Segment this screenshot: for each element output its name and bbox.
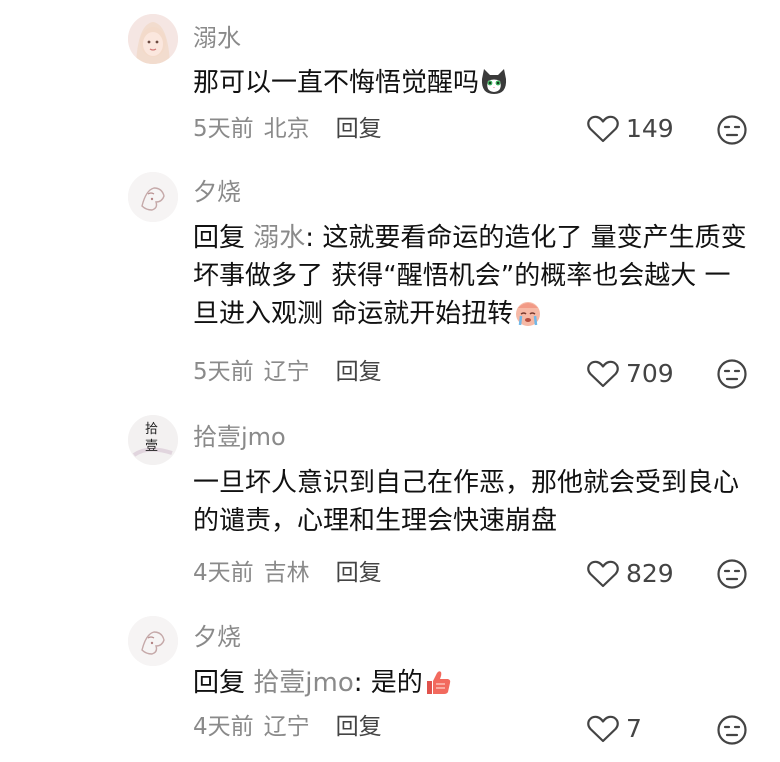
heart-icon <box>587 560 619 588</box>
comment-text-content: 那可以一直不悔悟觉醒吗 <box>193 68 480 98</box>
reply-button[interactable]: 回复 <box>336 560 382 586</box>
avatar-photo-icon <box>128 14 178 64</box>
comment-time: 5天前 <box>193 359 254 385</box>
reply-button[interactable]: 回复 <box>336 714 382 740</box>
like-button[interactable]: 709 <box>586 359 674 389</box>
like-button[interactable]: 149 <box>586 114 674 144</box>
like-button[interactable]: 7 <box>586 714 642 744</box>
like-count: 7 <box>626 714 642 743</box>
heart-icon <box>587 715 619 743</box>
avatar[interactable] <box>128 616 178 666</box>
dislike-button[interactable] <box>716 358 748 394</box>
like-button[interactable]: 829 <box>586 559 674 589</box>
neutral-face-icon <box>717 115 747 145</box>
comment-time: 4天前 <box>193 714 254 740</box>
cat-emoji <box>479 67 509 108</box>
comment-text: 一旦坏人意识到自己在作恶，那他就会受到良心的谴责，心理和生理会快速崩盘 <box>193 464 753 540</box>
neutral-face-icon <box>717 359 747 389</box>
dislike-button[interactable] <box>716 558 748 594</box>
username[interactable]: 夕烧 <box>193 176 241 208</box>
comment-text: 那可以一直不悔悟觉醒吗 <box>193 64 753 108</box>
avatar[interactable] <box>128 172 178 222</box>
comment-meta: 4天前 辽宁 回复 <box>193 712 382 742</box>
neutral-face-icon <box>717 559 747 589</box>
dislike-button[interactable] <box>716 714 748 750</box>
reply-button[interactable]: 回复 <box>336 116 382 142</box>
like-count: 149 <box>626 114 674 143</box>
comment-location: 辽宁 <box>263 714 310 740</box>
heart-icon <box>587 115 619 143</box>
comment-time: 4天前 <box>193 560 254 586</box>
comment-text-content: 一旦坏人意识到自己在作恶，那他就会受到良心的谴责，心理和生理会快速崩盘 <box>193 468 740 536</box>
dislike-button[interactable] <box>716 114 748 150</box>
avatar[interactable] <box>128 14 178 64</box>
username[interactable]: 拾壹jmo <box>193 421 286 453</box>
comment-meta: 4天前 吉林 回复 <box>193 558 382 588</box>
comment-meta: 5天前 北京 回复 <box>193 114 382 144</box>
avatar-sketch-icon <box>128 616 178 666</box>
avatar-text: 拾壹 <box>145 422 159 454</box>
reply-button[interactable]: 回复 <box>336 359 382 385</box>
thumbs-up-emoji <box>423 667 453 708</box>
avatar[interactable]: 拾壹 <box>128 415 178 465</box>
reply-prefix: 回复 <box>193 223 246 253</box>
heart-icon <box>587 360 619 388</box>
like-count: 709 <box>626 359 674 388</box>
reply-target-user[interactable]: 拾壹jmo <box>253 668 353 698</box>
comment-location: 辽宁 <box>263 359 310 385</box>
comment-text: 回复 溺水: 这就要看命运的造化了 量变产生质变 坏事做多了 获得“醒悟机会”的… <box>193 219 753 339</box>
reply-prefix: 回复 <box>193 668 246 698</box>
comment-text-content: : 是的 <box>353 668 423 698</box>
username[interactable]: 溺水 <box>193 22 241 54</box>
username[interactable]: 夕烧 <box>193 621 241 653</box>
reply-target-user[interactable]: 溺水 <box>253 223 305 253</box>
avatar-sketch-icon <box>128 172 178 222</box>
comment-time: 5天前 <box>193 116 254 142</box>
like-count: 829 <box>626 559 674 588</box>
neutral-face-icon <box>717 715 747 745</box>
crying-face-emoji <box>513 298 543 339</box>
comment-text: 回复 拾壹jmo: 是的 <box>193 664 753 708</box>
comment-meta: 5天前 辽宁 回复 <box>193 357 382 387</box>
comment-location: 吉林 <box>263 560 310 586</box>
comment-location: 北京 <box>263 116 310 142</box>
